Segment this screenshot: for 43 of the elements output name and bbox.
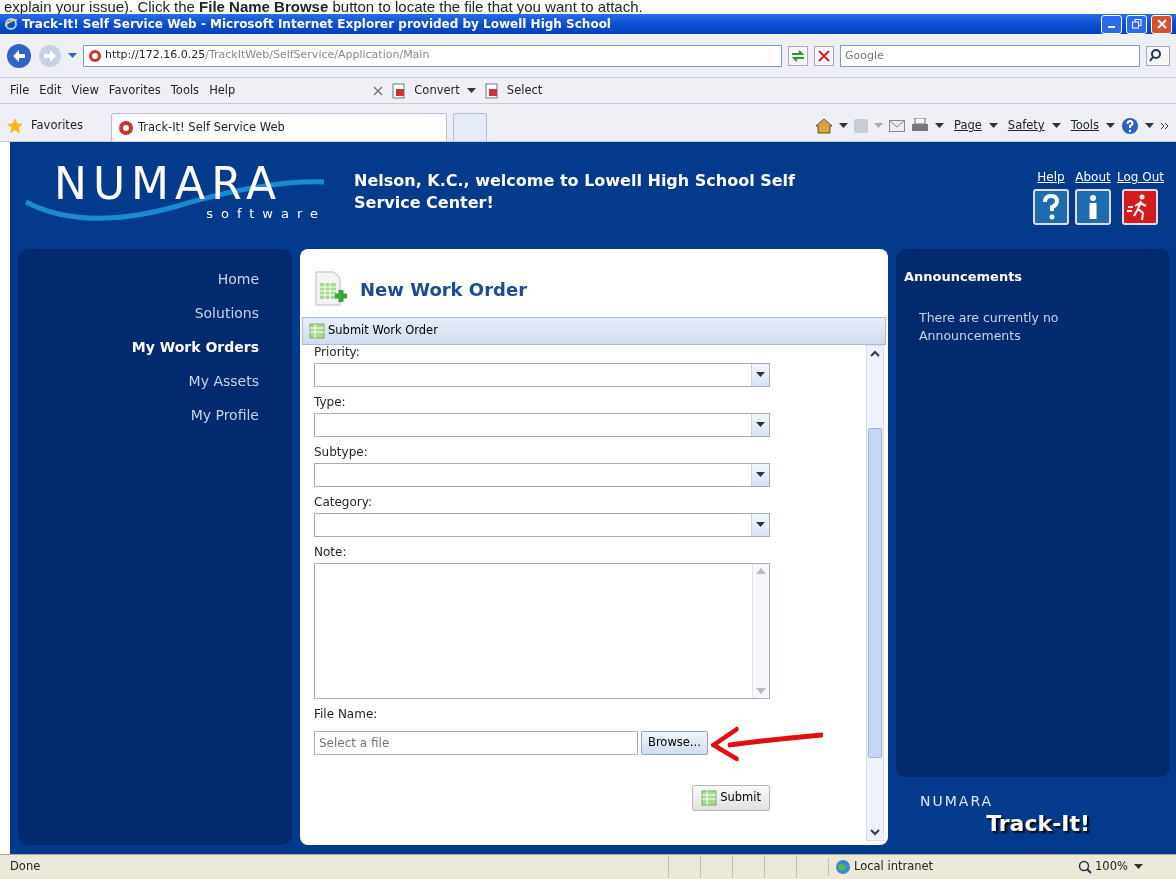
search-field[interactable]: Google: [840, 44, 1140, 67]
submit-work-order-button[interactable]: Submit Work Order: [309, 322, 438, 340]
nav-link[interactable]: My Profile: [18, 405, 292, 439]
command-menu[interactable]: Page: [950, 117, 986, 135]
header-link[interactable]: About: [1075, 168, 1111, 186]
submit-button[interactable]: Submit: [692, 785, 770, 811]
header-link[interactable]: Help: [1037, 168, 1065, 186]
menu-item[interactable]: Tools: [166, 81, 204, 100]
menu-item[interactable]: File: [6, 81, 34, 100]
menu-item[interactable]: Edit: [35, 81, 66, 100]
browse-button[interactable]: Browse...: [641, 731, 708, 755]
track-it-logo: NUMARA Track-It!: [920, 792, 1090, 836]
menu-item[interactable]: Help: [205, 81, 240, 100]
field-label: File Name:: [314, 707, 379, 721]
form-title: New Work Order: [360, 277, 527, 302]
file-name-field[interactable]: Select a file: [314, 731, 638, 755]
field-label: Type:: [314, 395, 347, 409]
command-menu[interactable]: Safety: [1003, 117, 1049, 135]
toolbar-button[interactable]: Select: [502, 81, 547, 100]
field-label: Subtype:: [314, 445, 369, 459]
zoom-level[interactable]: 100%: [1095, 858, 1128, 876]
menu-item[interactable]: Favorites: [104, 81, 165, 100]
favorites-button[interactable]: Favorites: [27, 117, 87, 135]
window-title: Track-It! Self Service Web - Microsoft Internet Explorer provided by Lowell High School: [22, 16, 612, 33]
header-link[interactable]: Log Out: [1117, 168, 1164, 186]
announcements-title: Announcements: [904, 268, 1024, 286]
field-label: Note:: [314, 545, 348, 559]
status-text: Done: [10, 858, 42, 876]
nav-link[interactable]: My Work Orders: [18, 337, 292, 371]
command-menu[interactable]: Tools: [1066, 117, 1103, 135]
announcements-text: There are currently no Announcements: [919, 308, 1060, 346]
zone-text: Local intranet: [854, 858, 934, 876]
browser-tab[interactable]: Track-It! Self Service Web: [110, 113, 447, 141]
menu-item[interactable]: View: [67, 81, 103, 100]
toolbar-button[interactable]: Convert: [410, 81, 464, 100]
numara-logo: NUMARA software: [24, 162, 334, 232]
nav-link[interactable]: Home: [18, 269, 292, 303]
field-label: Priority:: [314, 345, 361, 359]
field-label: Category:: [314, 495, 373, 509]
nav-link[interactable]: Solutions: [18, 303, 292, 337]
address-field[interactable]: http://172.16.0.25/TrackItWeb/SelfService/Application/Main: [83, 44, 782, 67]
nav-link[interactable]: My Assets: [18, 371, 292, 405]
welcome-message: Nelson, K.C., welcome to Lowell High School Self Service Center!: [354, 170, 797, 214]
